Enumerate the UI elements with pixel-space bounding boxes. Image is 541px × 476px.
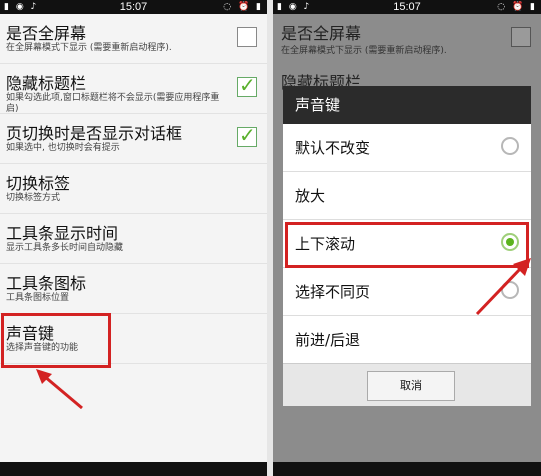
cancel-button[interactable]: 取消: [367, 371, 455, 401]
setting-hide-titlebar[interactable]: 隐藏标题栏 如果勾选此项,窗口标题栏将不会显示(需要应用程序重启): [0, 64, 267, 114]
setting-fullscreen[interactable]: 是否全屏幕 在全屏幕模式下显示 (需要重新启动程序).: [0, 14, 267, 64]
setting-title: 页切换时是否显示对话框: [6, 124, 183, 143]
setting-page-switch-dialog[interactable]: 页切换时是否显示对话框 如果选中, 也切换时会有提示: [0, 114, 267, 164]
option-label: 默认不改变: [295, 139, 371, 157]
setting-title: 隐藏标题栏: [6, 74, 87, 93]
setting-subtitle: 如果勾选此项,窗口标题栏将不会显示(需要应用程序重启): [6, 93, 220, 114]
setting-subtitle: 如果选中, 也切换时会有提示: [6, 143, 120, 153]
radio-button[interactable]: [501, 137, 519, 155]
page-switch-checkbox[interactable]: [237, 123, 257, 147]
setting-toolbar-time[interactable]: 工具条显示时间 显示工具条多长时间自动隐藏: [0, 214, 267, 264]
option-label: 选择不同页: [295, 283, 371, 301]
arrow-icon: [36, 369, 83, 410]
fullscreen-checkbox[interactable]: [237, 27, 257, 47]
status-icons-right: ◌ ⏰ ▮: [497, 2, 537, 12]
setting-title: 工具条显示时间: [6, 224, 119, 243]
option-label: 前进/后退: [295, 331, 361, 349]
setting-subtitle: 在全屏幕模式下显示 (需要重新启动程序).: [281, 46, 447, 56]
setting-subtitle: 显示工具条多长时间自动隐藏: [6, 243, 124, 253]
hide-titlebar-checkbox[interactable]: [237, 73, 257, 97]
setting-subtitle: 切换标签方式: [6, 193, 61, 203]
setting-switch-tab[interactable]: 切换标签 切换标签方式: [0, 164, 267, 214]
status-bar: ▮ ◉ ♪ 15:07 ◌ ⏰ ▮: [0, 0, 267, 14]
setting-title: 工具条图标: [6, 274, 87, 293]
setting-subtitle: 在全屏幕模式下显示 (需要重新启动程序).: [6, 43, 172, 53]
nav-bar: [0, 462, 267, 476]
fullscreen-checkbox: [511, 27, 531, 47]
nav-bar: [273, 462, 541, 476]
option-default[interactable]: 默认不改变: [283, 124, 531, 172]
option-forward-back[interactable]: 前进/后退: [283, 316, 531, 364]
status-icons-right: ◌ ⏰ ▮: [223, 2, 263, 12]
setting-subtitle: 工具条图标位置: [6, 293, 70, 303]
setting-toolbar-icon[interactable]: 工具条图标 工具条图标位置: [0, 264, 267, 314]
setting-title: 是否全屏幕: [281, 24, 362, 43]
settings-list: 是否全屏幕 在全屏幕模式下显示 (需要重新启动程序). 隐藏标题栏 如果勾选此项…: [0, 14, 267, 364]
right-screen: ▮ ◉ ♪ 15:07 ◌ ⏰ ▮ 是否全屏幕 在全屏幕模式下显示 (需要重新启…: [273, 0, 541, 476]
setting-title: 是否全屏幕: [6, 24, 87, 43]
setting-title: 切换标签: [6, 174, 71, 193]
highlight-box: [1, 313, 111, 368]
option-label: 放大: [295, 187, 326, 205]
dialog-footer: 取消: [283, 363, 531, 406]
dialog-title: 声音键: [283, 86, 531, 124]
left-screen: ▮ ◉ ♪ 15:07 ◌ ⏰ ▮ 是否全屏幕 在全屏幕模式下显示 (需要重新启…: [0, 0, 267, 476]
status-bar: ▮ ◉ ♪ 15:07 ◌ ⏰ ▮: [273, 0, 541, 14]
option-zoom[interactable]: 放大: [283, 172, 531, 220]
arrow-icon: [475, 258, 531, 316]
